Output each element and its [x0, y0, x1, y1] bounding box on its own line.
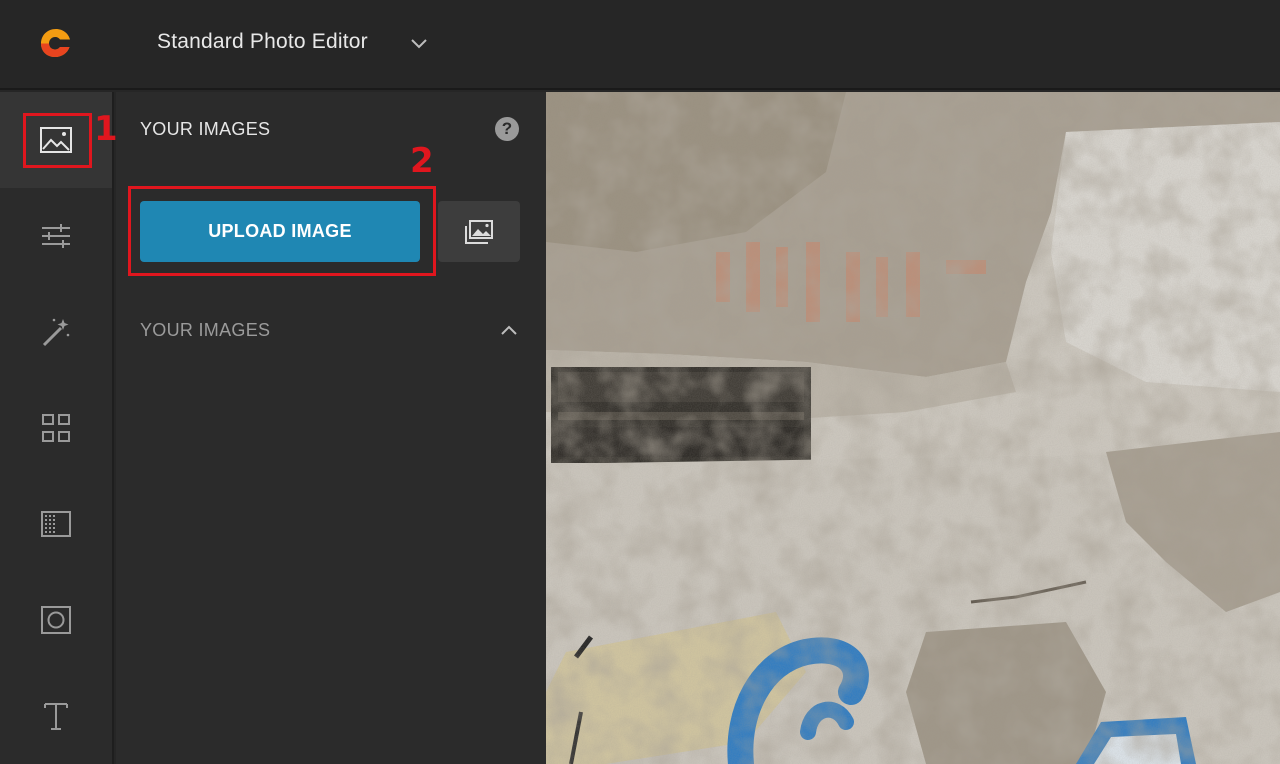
help-icon[interactable]: ? — [495, 117, 519, 141]
app-logo-icon[interactable] — [38, 26, 74, 60]
annotation-box-2 — [128, 186, 436, 276]
annotation-box-1 — [23, 113, 92, 168]
rail-item-text[interactable] — [0, 668, 112, 764]
rail-item-textures[interactable] — [0, 476, 112, 572]
top-bar: Standard Photo Editor — [0, 0, 1280, 90]
rail-item-vignette[interactable] — [0, 572, 112, 668]
rail-item-frames[interactable] — [0, 380, 112, 476]
rail-item-adjust[interactable] — [0, 188, 112, 284]
sliders-icon — [42, 224, 70, 248]
image-library-button[interactable] — [438, 201, 520, 262]
annotation-number-2: 2 — [410, 141, 434, 181]
wall-photo — [546, 92, 1280, 764]
texture-icon — [41, 511, 71, 537]
grid-icon — [42, 414, 70, 442]
section-label: YOUR IMAGES — [140, 320, 271, 340]
vignette-icon — [41, 606, 71, 634]
text-icon — [44, 703, 68, 730]
chevron-up-icon[interactable] — [498, 320, 520, 342]
tool-rail — [0, 92, 114, 764]
images-stack-icon — [465, 219, 493, 244]
photo-canvas[interactable] — [546, 92, 1280, 764]
editor-mode-title[interactable]: Standard Photo Editor — [157, 30, 368, 54]
your-images-section-header[interactable]: YOUR IMAGES — [140, 318, 520, 348]
chevron-down-icon[interactable] — [408, 32, 430, 54]
rail-item-effects[interactable] — [0, 284, 112, 380]
magic-wand-icon — [42, 318, 70, 347]
panel-title: YOUR IMAGES — [140, 119, 271, 139]
annotation-number-1: 1 — [94, 109, 118, 149]
